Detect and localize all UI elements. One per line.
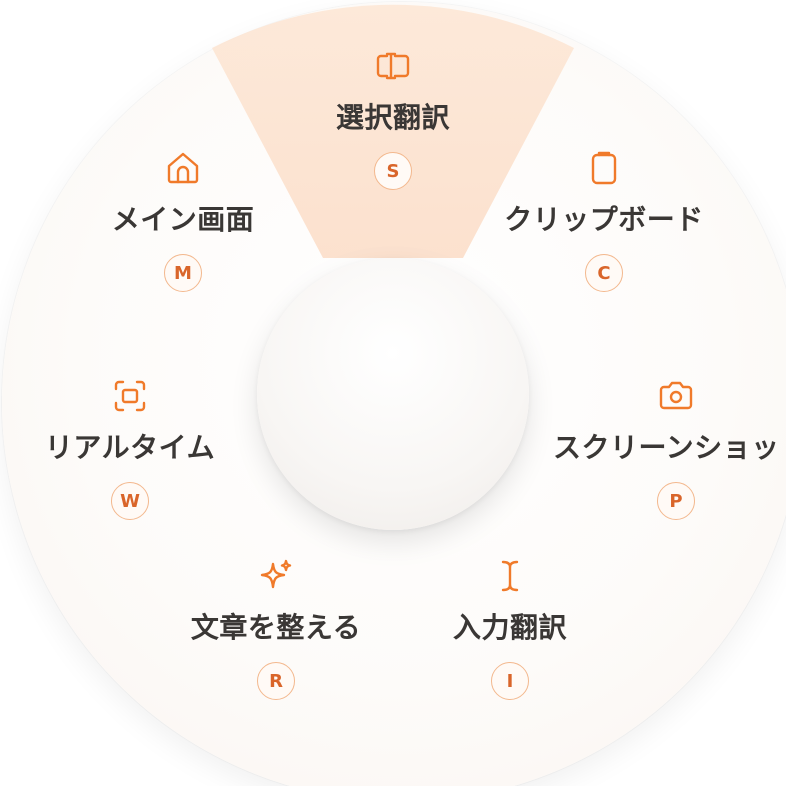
shortcut-key-badge: R bbox=[257, 662, 295, 700]
menu-item-polish-text[interactable]: 文章を整える R bbox=[176, 554, 376, 700]
text-cursor-box-icon bbox=[371, 44, 415, 88]
menu-item-label: メイン画面 bbox=[111, 203, 255, 236]
menu-item-input-translate[interactable]: 入力翻訳 I bbox=[435, 554, 585, 700]
menu-item-screenshot[interactable]: スクリーンショッ P bbox=[538, 374, 786, 520]
menu-item-label: スクリーンショッ bbox=[553, 431, 780, 464]
shortcut-key-badge: I bbox=[491, 662, 529, 700]
menu-item-label: 入力翻訳 bbox=[452, 611, 567, 644]
shortcut-key-badge: S bbox=[374, 152, 412, 190]
i-beam-cursor-icon bbox=[488, 554, 532, 598]
menu-item-label: リアルタイム bbox=[44, 431, 216, 464]
menu-item-label: 文章を整える bbox=[190, 611, 362, 644]
clipboard-icon bbox=[582, 146, 626, 190]
shortcut-key-badge: C bbox=[585, 254, 623, 292]
sparkles-icon bbox=[254, 554, 298, 598]
camera-icon bbox=[654, 374, 698, 418]
home-icon bbox=[161, 146, 205, 190]
menu-item-label: 選択翻訳 bbox=[335, 101, 450, 134]
shortcut-key-badge: M bbox=[164, 254, 202, 292]
menu-item-realtime[interactable]: リアルタイム W bbox=[30, 374, 230, 520]
menu-item-clipboard[interactable]: クリップボード C bbox=[494, 146, 714, 292]
menu-item-select-translate[interactable]: 選択翻訳 S bbox=[313, 44, 473, 190]
center-knob[interactable] bbox=[257, 258, 529, 530]
scan-frame-icon bbox=[108, 374, 152, 418]
menu-item-main-screen[interactable]: メイン画面 M bbox=[93, 146, 273, 292]
menu-item-label: クリップボード bbox=[504, 203, 704, 236]
shortcut-key-badge: P bbox=[657, 482, 695, 520]
radial-menu: 選択翻訳 S クリップボード C スクリーンショッ P 入力翻訳 I 文章を整え… bbox=[0, 0, 786, 786]
shortcut-key-badge: W bbox=[111, 482, 149, 520]
